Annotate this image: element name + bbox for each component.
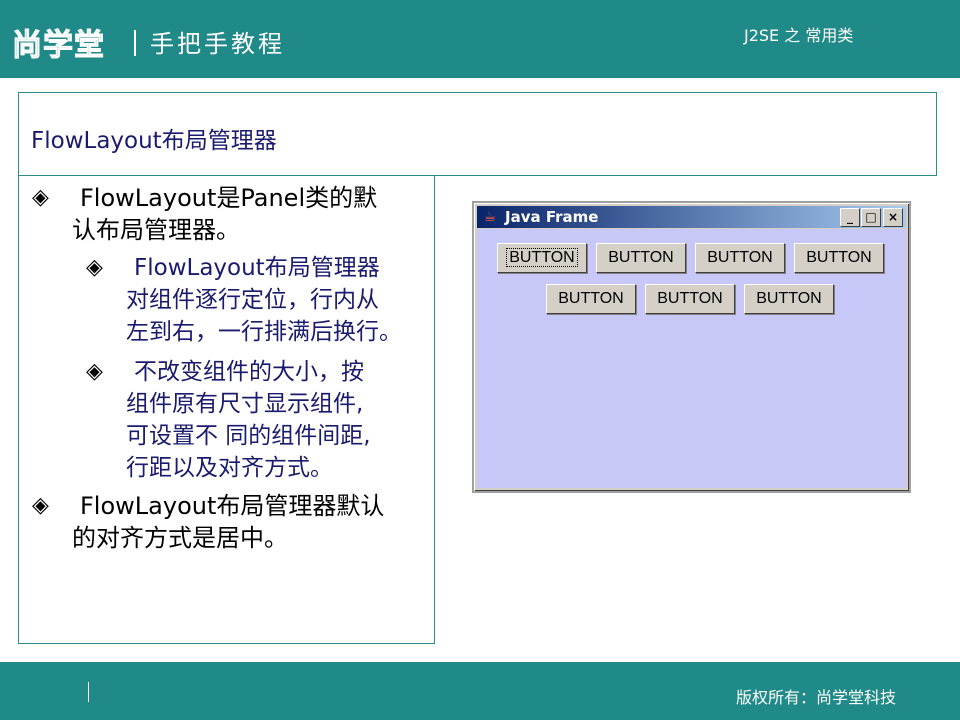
flow-button[interactable]: BUTTON	[695, 243, 785, 273]
header-tagline: 手把手教程	[150, 30, 285, 58]
header-bar: 尚学堂 手把手教程 J2SE 之 常用类	[0, 0, 960, 78]
java-frame-title: Java Frame	[505, 208, 599, 226]
java-cup-icon: ☕	[483, 209, 497, 225]
close-button[interactable]: ×	[883, 208, 903, 227]
diamond-bullet-icon: ◈	[32, 493, 49, 518]
sub-bullet-item: ◈ 不改变组件的大小，按 组件原有尺寸显示组件, 可设置不 同的组件间距, 行距…	[86, 356, 436, 484]
maximize-button[interactable]: □	[861, 208, 881, 227]
bullet-line: 左到右，一行排满后换行。	[126, 319, 402, 345]
bullet-line: FlowLayout是Panel类的默	[80, 184, 378, 212]
diamond-bullet-icon: ◈	[32, 185, 49, 210]
minimize-button[interactable]: _	[840, 208, 860, 227]
bullet-line: 对组件逐行定位，行内从	[126, 287, 379, 313]
sub-bullet-item: ◈ FlowLayout布局管理器 对组件逐行定位，行内从 左到右，一行排满后换…	[86, 252, 436, 348]
bullet-line: FlowLayout布局管理器默认	[80, 492, 385, 520]
copyright-text: 版权所有：尚学堂科技	[736, 688, 897, 707]
bullet-line: 的对齐方式是居中。	[72, 524, 288, 552]
bullet-line: 不改变组件的大小，按	[134, 359, 364, 385]
flow-button[interactable]: BUTTON	[645, 284, 735, 314]
flow-button[interactable]: BUTTON	[744, 284, 834, 314]
java-frame-titlebar[interactable]: ☕ Java Frame _ □ ×	[477, 206, 906, 228]
flow-button[interactable]: BUTTON	[794, 243, 884, 273]
slide-title-box: FlowLayout布局管理器	[18, 92, 937, 176]
bullet-line: 可设置不 同的组件间距,	[126, 423, 371, 449]
java-frame-content: BUTTON BUTTON BUTTON BUTTON BUTTON BUTTO…	[477, 229, 906, 488]
flow-button[interactable]: BUTTON	[546, 284, 636, 314]
flow-button[interactable]: BUTTON	[596, 243, 686, 273]
bullet-item: ◈ FlowLayout布局管理器默认 的对齐方式是居中。	[32, 490, 432, 554]
bullet-line: 行距以及对齐方式。	[126, 455, 333, 481]
logo: 尚学堂	[12, 28, 105, 64]
java-frame-window: ☕ Java Frame _ □ × BUTTON BUTTON BUTTON …	[472, 201, 911, 493]
course-title: J2SE 之 常用类	[744, 26, 854, 45]
flow-button[interactable]: BUTTON	[497, 243, 587, 273]
footer-bar: 版权所有：尚学堂科技	[0, 662, 960, 720]
diamond-bullet-icon: ◈	[86, 255, 103, 280]
flow-button-label: BUTTON	[506, 248, 578, 267]
bullet-line: 组件原有尺寸显示组件,	[126, 391, 364, 417]
bullet-line: 认布局管理器。	[72, 216, 240, 244]
bullet-item: ◈ FlowLayout是Panel类的默 认布局管理器。	[32, 182, 432, 246]
slide-title: FlowLayout布局管理器	[31, 128, 277, 154]
bullet-line: FlowLayout布局管理器	[134, 255, 380, 281]
header-divider	[134, 30, 136, 56]
footer-divider	[88, 682, 89, 702]
diamond-bullet-icon: ◈	[86, 359, 103, 384]
